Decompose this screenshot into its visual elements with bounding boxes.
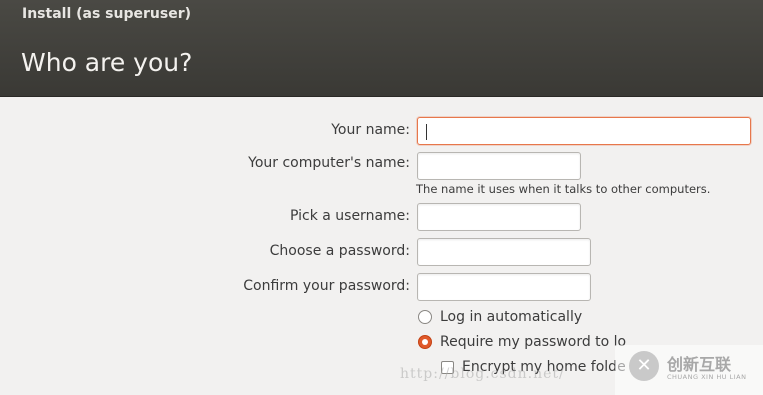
watermark-logo: ✕ 创新互联 CHUANG XIN HU LIAN (615, 345, 763, 395)
password-label: Choose a password: (269, 243, 410, 259)
watermark-url: http://blog.csdn.net/ (400, 366, 565, 382)
your-name-label: Your name: (331, 122, 410, 138)
computer-name-hint: The name it uses when it talks to other … (416, 182, 711, 196)
require-password-label: Require my password to lo (440, 334, 627, 350)
title-bar: Install (as superuser) Who are you? (0, 0, 763, 97)
require-password-option[interactable]: Require my password to lo (418, 334, 626, 350)
page-title: Who are you? (21, 48, 193, 77)
login-automatically-option[interactable]: Log in automatically (418, 309, 582, 325)
confirm-password-input[interactable] (417, 273, 591, 301)
watermark-brand-sub: CHUANG XIN HU LIAN (667, 373, 747, 381)
username-label: Pick a username: (289, 208, 410, 224)
radio-button-icon[interactable] (418, 310, 432, 324)
username-input[interactable] (417, 203, 581, 231)
brand-logo-icon: ✕ (629, 351, 659, 381)
watermark-brand: 创新互联 (667, 355, 732, 374)
text-caret (426, 124, 427, 140)
radio-button-selected-icon[interactable] (418, 335, 432, 349)
computer-name-label: Your computer's name: (248, 155, 410, 171)
confirm-password-label: Confirm your password: (243, 278, 410, 294)
your-name-input[interactable] (417, 117, 751, 145)
computer-name-input[interactable] (417, 152, 581, 180)
login-automatically-label: Log in automatically (440, 309, 583, 325)
password-input[interactable] (417, 238, 591, 266)
window-title: Install (as superuser) (22, 6, 191, 22)
